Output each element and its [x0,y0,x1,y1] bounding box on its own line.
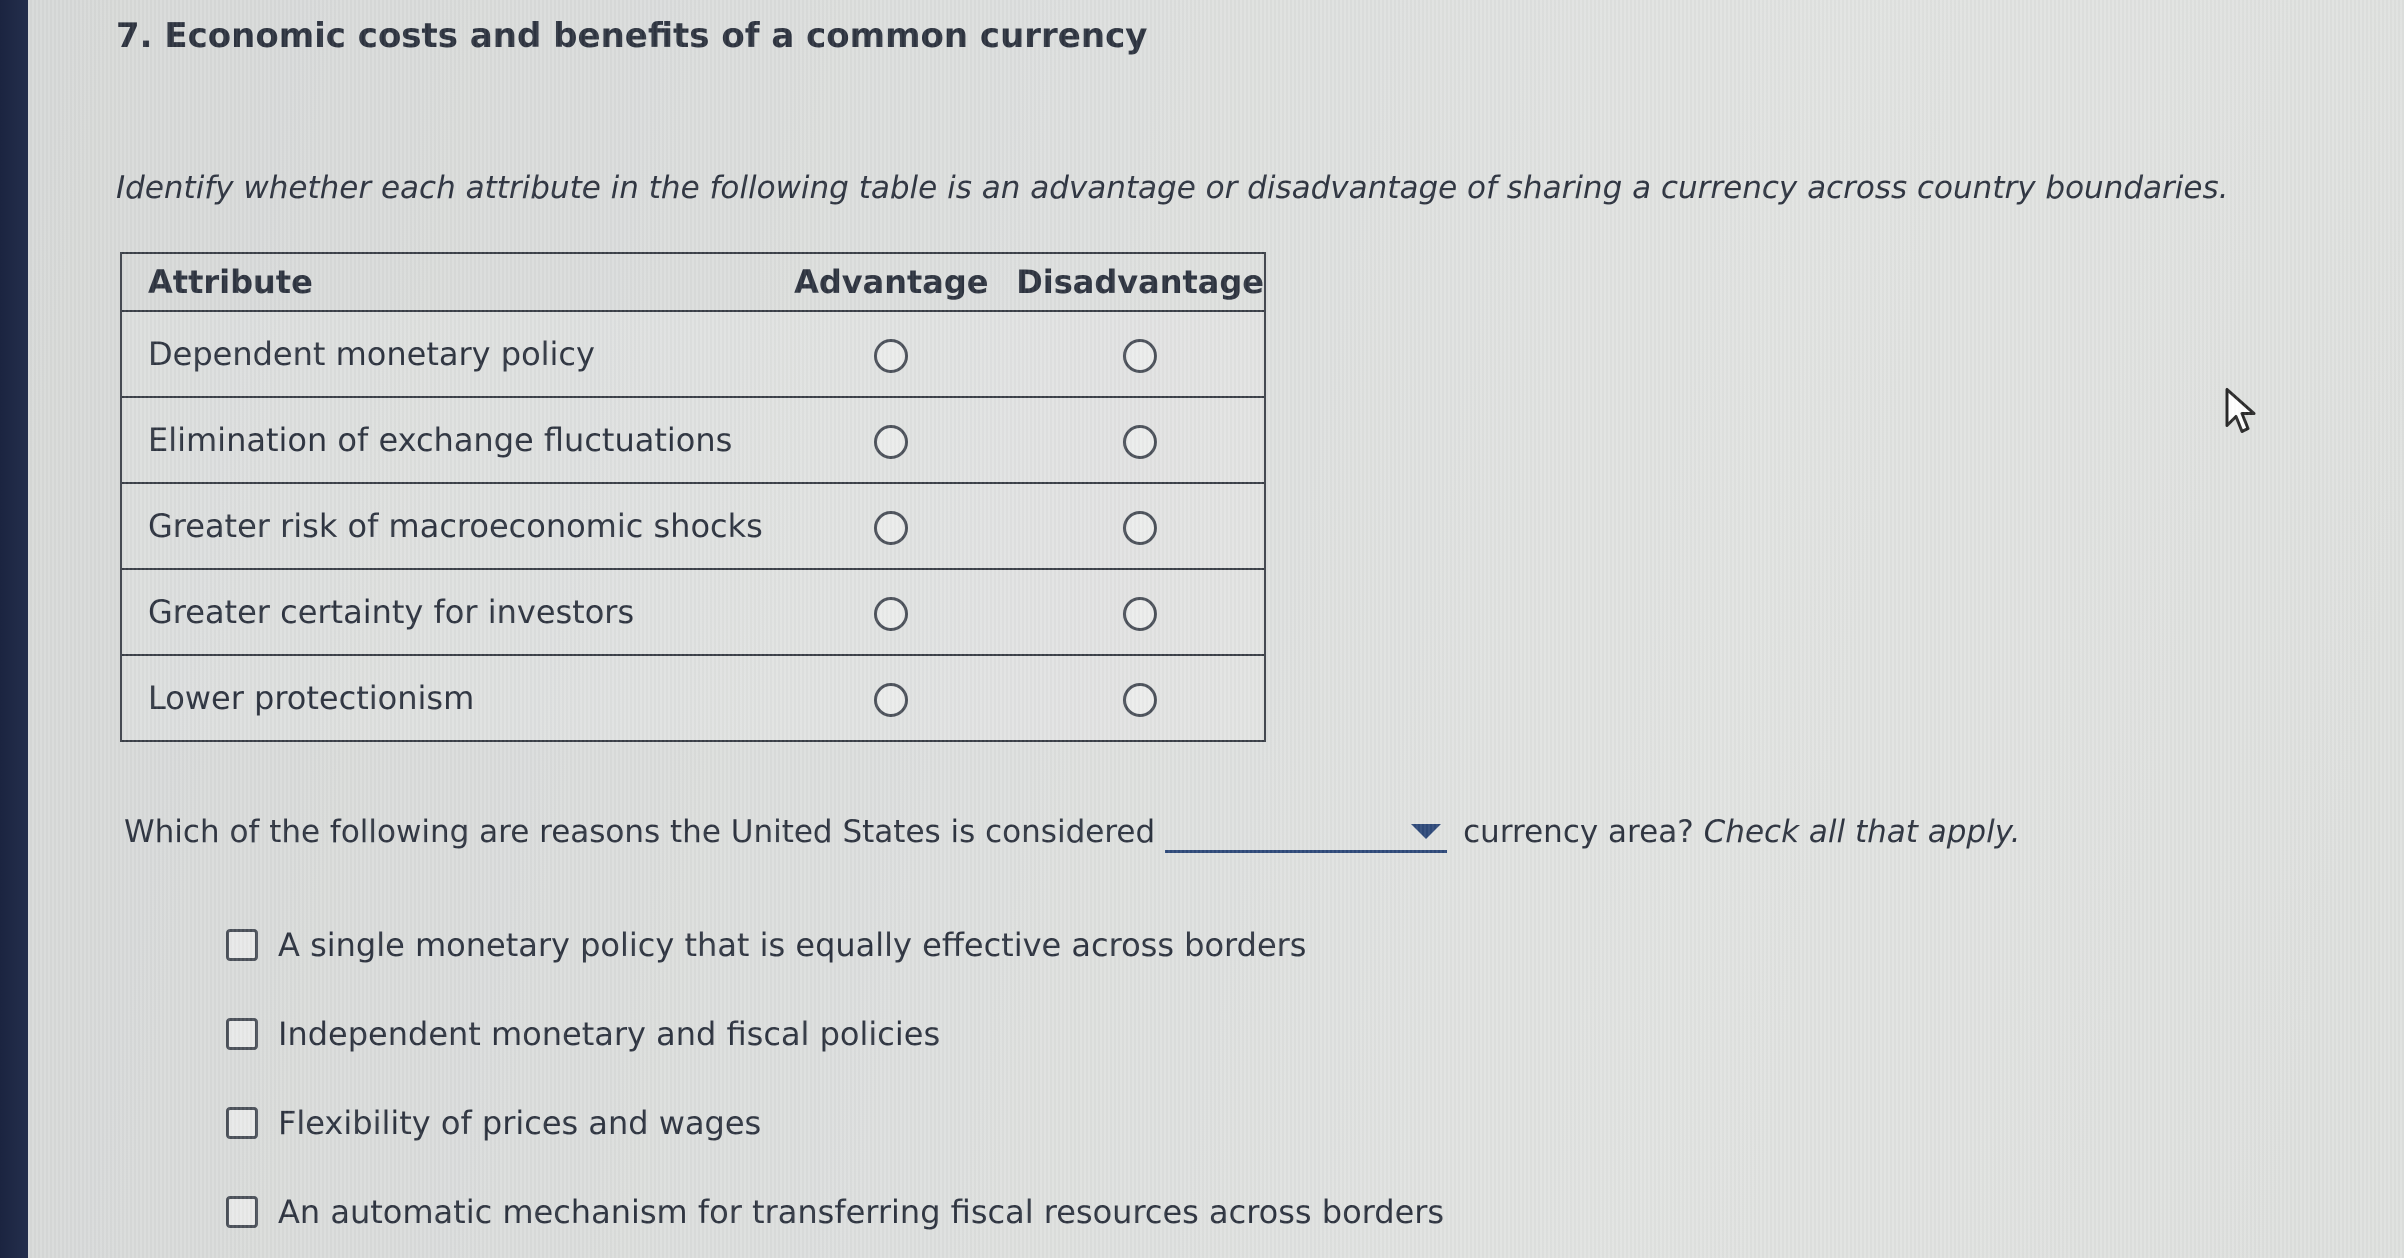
list-item[interactable]: Flexibility of prices and wages [226,1078,1444,1167]
header-disadvantage: Disadvantage [1016,253,1265,312]
disadvantage-radio[interactable] [1123,339,1158,373]
advantage-radio[interactable] [874,339,909,373]
table-row: Greater risk of macroeconomic shocks [121,483,1265,570]
attribute-label: Lower protectionism [121,655,767,742]
attribute-table: Attribute Advantage Disadvantage Depende… [120,252,1266,742]
advantage-radio[interactable] [874,511,909,545]
chevron-down-icon [1411,824,1442,839]
disadvantage-radio[interactable] [1123,683,1158,717]
option-label: An automatic mechanism for transferring … [278,1192,1445,1231]
followup-suffix: currency area? [1463,813,1694,850]
checkbox[interactable] [226,1017,258,1050]
checkbox-list: A single monetary policy that is equally… [226,900,1444,1256]
advantage-radio[interactable] [874,597,909,631]
table-row: Dependent monetary policy [121,311,1265,398]
header-attribute: Attribute [121,253,767,312]
option-label: Flexibility of prices and wages [278,1103,762,1142]
currency-area-dropdown[interactable] [1165,810,1448,853]
list-item[interactable]: An automatic mechanism for transferring … [226,1167,1444,1256]
advantage-radio[interactable] [874,425,909,459]
table-row: Greater certainty for investors [121,569,1265,656]
table-header-row: Attribute Advantage Disadvantage [121,253,1265,312]
advantage-radio[interactable] [874,683,909,717]
disadvantage-radio[interactable] [1123,425,1158,459]
list-item[interactable]: A single monetary policy that is equally… [226,900,1444,989]
mouse-pointer-icon [2225,388,2256,433]
option-label: Independent monetary and fiscal policies [278,1014,941,1053]
header-advantage: Advantage [766,253,1017,312]
followup-question: Which of the following are reasons the U… [124,810,2021,853]
screen: 7. Economic costs and benefits of a comm… [28,0,2404,1258]
option-label: A single monetary policy that is equally… [278,925,1307,964]
table-row: Lower protectionism [121,655,1265,742]
attribute-label: Greater certainty for investors [121,569,767,656]
attribute-label: Greater risk of macroeconomic shocks [121,483,767,570]
checkbox[interactable] [226,928,258,961]
list-item[interactable]: Independent monetary and fiscal policies [226,989,1444,1078]
followup-prefix: Which of the following are reasons the U… [124,813,1156,850]
question-instructions: Identify whether each attribute in the f… [116,170,2229,206]
followup-hint: Check all that apply. [1703,813,2021,850]
disadvantage-radio[interactable] [1123,511,1158,545]
checkbox[interactable] [226,1195,258,1228]
attribute-label: Elimination of exchange fluctuations [121,397,767,484]
checkbox[interactable] [226,1106,258,1139]
table-row: Elimination of exchange fluctuations [121,397,1265,484]
disadvantage-radio[interactable] [1123,597,1158,631]
question-title: 7. Economic costs and benefits of a comm… [116,16,1148,56]
attribute-label: Dependent monetary policy [121,311,767,398]
